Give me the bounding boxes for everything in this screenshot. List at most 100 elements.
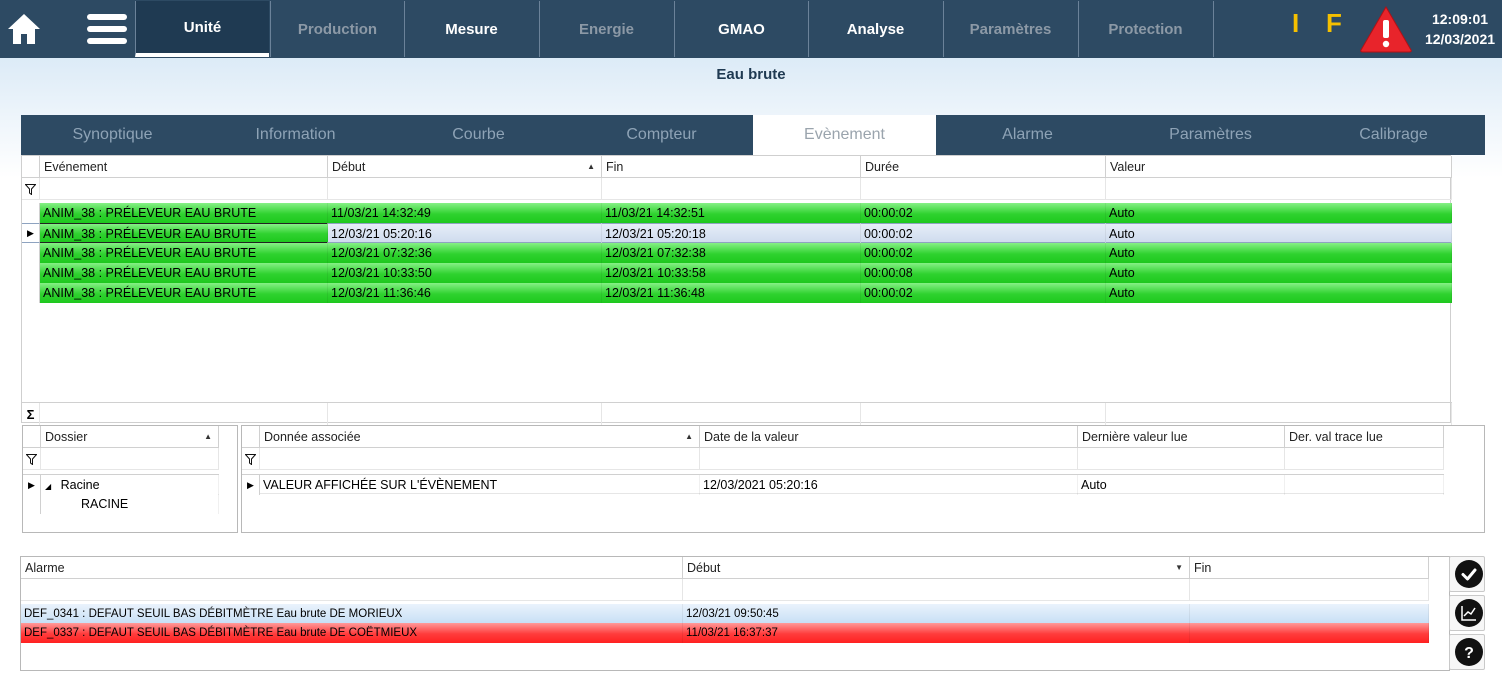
tree-item-racine-child[interactable]: RACINE [41,494,219,514]
nav-divider [1213,1,1214,57]
col-donnee-associee[interactable]: Donnée associée ▲ [260,426,700,448]
row-indicator-header [22,156,40,178]
alarm-end [1190,623,1429,643]
event-value: Auto [1106,203,1452,223]
col-alarme[interactable]: Alarme [21,557,683,579]
associated-last-value: Auto [1078,475,1285,495]
filter-icon[interactable] [22,178,40,200]
col-derniere-valeur[interactable]: Dernière valeur lue [1078,426,1285,448]
filter-duree[interactable] [861,178,1106,200]
filter-valeur[interactable] [1106,178,1452,200]
alarms-header: Alarme Début ▼ Fin [21,557,1429,579]
event-row[interactable]: ANIM_38 : PRÉLEVEUR EAU BRUTE 12/03/21 1… [22,283,1452,303]
sub-tab-information[interactable]: Information [204,115,387,155]
col-duree[interactable]: Durée [861,156,1106,178]
event-name: ANIM_38 : PRÉLEVEUR EAU BRUTE [40,223,328,243]
event-end: 12/03/21 11:36:48 [602,283,861,303]
menu-button[interactable] [86,0,128,58]
filter-icon[interactable] [23,448,41,470]
col-evenement[interactable]: Evénement [40,156,328,178]
col-debut[interactable]: Début ▲ [328,156,602,178]
event-duration: 00:00:02 [861,243,1106,263]
associated-filter-row [242,448,1444,470]
clock: 12:09:01 12/03/2021 [1418,9,1502,49]
row-indicator [22,203,40,223]
trend-chart-icon [1461,606,1476,621]
nav-tab-gmao[interactable]: GMAO [674,1,808,57]
alarms-grid: Alarme Début ▼ Fin DEF_0341 : DEFAUT SEUI… [20,556,1450,671]
trend-button[interactable] [1455,599,1483,627]
col-dossier[interactable]: Dossier ▲ [41,426,219,448]
tree-expand-icon[interactable]: ◢ [45,482,51,491]
svg-text:?: ? [1464,645,1474,661]
alarms-filter-row [21,579,1429,601]
event-row[interactable]: ANIM_38 : PRÉLEVEUR EAU BRUTE 12/03/21 0… [22,243,1452,263]
flag-i-indicator[interactable]: I [1292,8,1299,39]
sub-tab-alarme[interactable]: Alarme [936,115,1119,155]
sub-tab-courbe[interactable]: Courbe [387,115,570,155]
sub-tab-parametres[interactable]: Paramètres [1119,115,1302,155]
event-end: 12/03/21 05:20:18 [602,223,861,243]
flag-f-indicator[interactable]: F [1326,8,1342,39]
col-date-valeur[interactable]: Date de la valeur [700,426,1078,448]
event-row-selected[interactable]: ▶ ANIM_38 : PRÉLEVEUR EAU BRUTE 12/03/21… [22,223,1452,243]
row-indicator [22,283,40,303]
acknowledge-button[interactable] [1455,560,1483,588]
nav-tab-production[interactable]: Production [270,1,404,57]
home-button[interactable] [0,0,48,58]
filter-evenement[interactable] [40,178,328,200]
help-icon: ? [1464,645,1474,661]
col-alarme-fin[interactable]: Fin [1190,557,1429,579]
nav-tab-energie[interactable]: Energie [539,1,673,57]
checkmark-icon [1461,568,1477,581]
filter-debut[interactable] [328,178,602,200]
event-start: 12/03/21 05:20:16 [328,223,602,243]
row-pointer-icon: ▶ [22,223,40,243]
filter-fin[interactable] [602,178,861,200]
alarm-name: DEF_0341 : DEFAUT SEUIL BAS DÉBITMÈTRE E… [21,604,683,624]
nav-tab-mesure[interactable]: Mesure [404,1,538,57]
nav-tab-parametres[interactable]: Paramètres [943,1,1077,57]
alarm-end [1190,604,1429,624]
tree-row-child[interactable]: RACINE [23,494,219,514]
nav-tab-unite[interactable]: Unité [135,1,269,57]
col-alarme-debut[interactable]: Début ▼ [683,557,1190,579]
associated-data-grid: Donnée associée ▲ Date de la valeur Derni… [241,425,1485,533]
sub-tab-compteur[interactable]: Compteur [570,115,753,155]
top-bar: Unité Production Mesure Energie GMAO Ana… [0,0,1502,58]
event-name: ANIM_38 : PRÉLEVEUR EAU BRUTE [40,243,328,263]
sub-tab-evenement[interactable]: Evènement [753,115,936,155]
associated-trace-value [1285,475,1444,495]
col-der-val-trace[interactable]: Der. val trace lue [1285,426,1444,448]
events-grid: Evénement Début ▲ Fin Durée Valeur ANIM_3… [21,155,1452,425]
help-button[interactable]: ? [1455,638,1483,666]
warning-triangle-icon[interactable] [1358,4,1414,54]
alarm-start: 12/03/21 09:50:45 [683,604,1190,624]
clock-date: 12/03/2021 [1424,31,1496,47]
page-title: Eau brute [716,66,786,83]
col-valeur[interactable]: Valeur [1106,156,1452,178]
alarm-row[interactable]: DEF_0341 : DEFAUT SEUIL BAS DÉBITMÈTRE E… [21,604,1429,624]
folder-grid: Dossier ▲ ▶ ◢ Racine RACINE [22,425,238,533]
event-start: 11/03/21 14:32:49 [328,203,602,223]
col-dossier-label: Dossier [45,430,88,444]
event-row[interactable]: ANIM_38 : PRÉLEVEUR EAU BRUTE 11/03/21 1… [22,203,1452,223]
nav-tab-analyse[interactable]: Analyse [808,1,942,57]
nav-tab-protection[interactable]: Protection [1078,1,1212,57]
event-row[interactable]: ANIM_38 : PRÉLEVEUR EAU BRUTE 12/03/21 1… [22,263,1452,283]
sub-tab-calibrage[interactable]: Calibrage [1302,115,1485,155]
event-name: ANIM_38 : PRÉLEVEUR EAU BRUTE [40,203,328,223]
associated-row[interactable]: ▶ VALEUR AFFICHÉE SUR L'ÉVÈNEMENT 12/03/… [242,474,1444,495]
sum-icon: Σ [22,403,40,425]
alarm-name: DEF_0337 : DEFAUT SEUIL BAS DÉBITMÈTRE E… [21,623,683,643]
tree-item-racine[interactable]: ◢ Racine [41,475,219,495]
event-value: Auto [1106,243,1452,263]
event-duration: 00:00:02 [861,283,1106,303]
alarm-row[interactable]: DEF_0337 : DEFAUT SEUIL BAS DÉBITMÈTRE E… [21,623,1429,643]
filter-icon[interactable] [242,448,260,470]
sub-tab-synoptique[interactable]: Synoptique [21,115,204,155]
filter-dossier[interactable] [41,448,219,470]
tree-row-root[interactable]: ▶ ◢ Racine [23,474,219,495]
col-fin[interactable]: Fin [602,156,861,178]
folder-header: Dossier ▲ [23,426,219,448]
